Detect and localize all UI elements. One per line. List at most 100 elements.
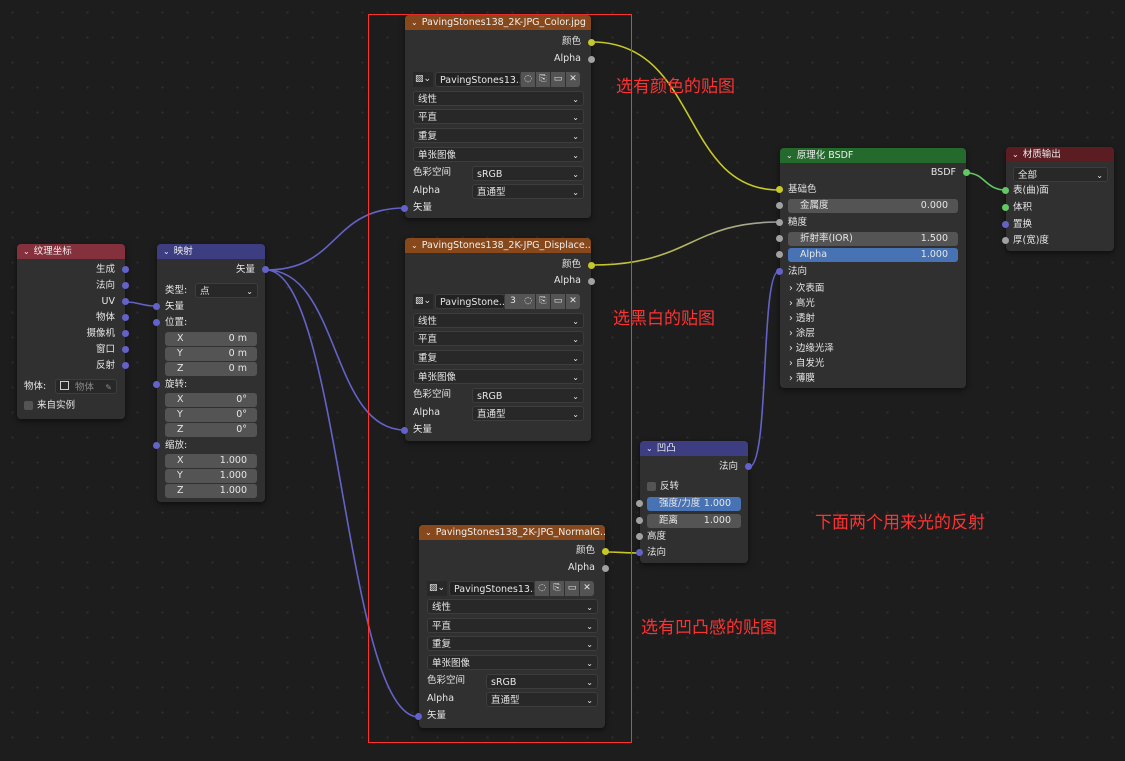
source-dropdown[interactable]: 单张图像 ⌄ bbox=[413, 147, 584, 162]
output-socket[interactable] bbox=[122, 346, 129, 353]
output-socket-vector[interactable] bbox=[262, 266, 269, 273]
input-socket-location[interactable] bbox=[153, 319, 160, 326]
eyedropper-icon[interactable]: ✎ bbox=[105, 380, 112, 395]
colorspace-dropdown[interactable]: sRGB ⌄ bbox=[472, 388, 584, 403]
node-header[interactable]: ⌄ 凹凸 bbox=[640, 441, 748, 456]
new-image-icon[interactable]: ⎘ bbox=[550, 581, 564, 596]
input-socket-normal[interactable] bbox=[636, 549, 643, 556]
principled-bsdf-node[interactable]: ⌄ 原理化 BSDF BSDF 基础色 金属度 0.000 糙度 折射率(IOR) 1… bbox=[776, 148, 970, 388]
node-header[interactable]: ⌄ 材质输出 bbox=[1006, 147, 1114, 162]
input-socket-metallic[interactable] bbox=[776, 202, 783, 209]
fake-user-shield-icon[interactable]: ◌ bbox=[535, 581, 549, 596]
user-count[interactable]: 3 bbox=[505, 294, 521, 309]
output-socket-alpha[interactable] bbox=[588, 278, 595, 285]
new-image-icon[interactable]: ⎘ bbox=[536, 72, 550, 87]
alpha-mode-dropdown[interactable]: 直通型 ⌄ bbox=[486, 692, 598, 707]
node-header[interactable]: ⌄ 纹理坐标 bbox=[17, 244, 125, 259]
input-socket-rotation[interactable] bbox=[153, 381, 160, 388]
image-texture-node-normal[interactable]: ⌄ PavingStones138_2K-JPG_NormalG... 颜色 Al… bbox=[415, 525, 609, 728]
location-z-field[interactable]: Z0 m bbox=[165, 362, 257, 376]
source-dropdown[interactable]: 单张图像 ⌄ bbox=[413, 369, 584, 384]
panel-subsurface[interactable]: › 次表面 bbox=[789, 280, 824, 294]
input-socket-distance[interactable] bbox=[636, 517, 643, 524]
location-x-field[interactable]: X0 m bbox=[165, 332, 257, 346]
object-field[interactable]: 物体 ✎ bbox=[55, 379, 117, 394]
strength-slider[interactable]: 强度/力度 1.000 bbox=[647, 497, 741, 511]
open-folder-icon[interactable]: ▭ bbox=[551, 72, 565, 87]
image-browse-icon[interactable]: ▨⌄ bbox=[413, 294, 433, 309]
from-instancer-checkbox[interactable]: 来自实例 bbox=[24, 398, 75, 414]
output-socket-color[interactable] bbox=[602, 548, 609, 555]
image-texture-node-displace[interactable]: ⌄ PavingStones138_2K-JPG_Displace... 颜色 A… bbox=[401, 238, 595, 441]
extension-dropdown[interactable]: 重复 ⌄ bbox=[413, 350, 584, 365]
input-socket-scale[interactable] bbox=[153, 442, 160, 449]
output-socket[interactable] bbox=[122, 282, 129, 289]
chevron-down-icon[interactable]: ⌄ bbox=[1012, 147, 1019, 162]
input-socket-normal[interactable] bbox=[776, 268, 783, 275]
input-socket-alpha[interactable] bbox=[776, 251, 783, 258]
node-header[interactable]: ⌄ PavingStones138_2K-JPG_Color.jpg bbox=[405, 15, 591, 30]
projection-dropdown[interactable]: 平直 ⌄ bbox=[413, 109, 584, 124]
chevron-down-icon[interactable]: ⌄ bbox=[23, 244, 30, 259]
fake-user-shield-icon[interactable]: ◌ bbox=[521, 72, 535, 87]
output-socket-alpha[interactable] bbox=[602, 565, 609, 572]
mapping-node[interactable]: ⌄ 映射 矢量 类型: 点 ⌄ 矢量 位置: X0 m Y0 m Z0 m 旋转: … bbox=[153, 244, 269, 502]
interpolation-dropdown[interactable]: 线性 ⌄ bbox=[413, 313, 584, 328]
open-folder-icon[interactable]: ▭ bbox=[565, 581, 579, 596]
material-output-node[interactable]: ⌄ 材质输出 全部 ⌄ 表(曲)面 体积 置换 厚(宽)度 bbox=[1002, 147, 1114, 251]
image-name-field[interactable]: PavingStone... bbox=[435, 294, 505, 309]
input-socket-roughness[interactable] bbox=[776, 219, 783, 226]
colorspace-dropdown[interactable]: sRGB ⌄ bbox=[486, 674, 598, 689]
output-socket-uv[interactable] bbox=[122, 298, 129, 305]
input-socket-vector[interactable] bbox=[153, 303, 160, 310]
rotation-z-field[interactable]: Z 0° bbox=[165, 423, 257, 437]
chevron-down-icon[interactable]: ⌄ bbox=[786, 148, 793, 163]
node-header[interactable]: ⌄ PavingStones138_2K-JPG_NormalG... bbox=[419, 525, 605, 540]
node-header[interactable]: ⌄ PavingStones138_2K-JPG_Displace... bbox=[405, 238, 591, 253]
alpha-slider[interactable]: Alpha 1.000 bbox=[788, 248, 958, 262]
rotation-y-field[interactable]: Y 0° bbox=[165, 408, 257, 422]
node-header[interactable]: ⌄ 映射 bbox=[157, 244, 265, 259]
output-socket[interactable] bbox=[122, 362, 129, 369]
extension-dropdown[interactable]: 重复 ⌄ bbox=[427, 636, 598, 651]
image-name-field[interactable]: PavingStones13... bbox=[435, 72, 521, 87]
alpha-mode-dropdown[interactable]: 直通型 ⌄ bbox=[472, 184, 584, 199]
checkbox[interactable] bbox=[24, 401, 33, 410]
output-socket-normal[interactable] bbox=[745, 463, 752, 470]
texture-coordinate-node[interactable]: ⌄ 纹理坐标 生成 法向 UV 物体 摄像机 窗口 反射 物体: 物体 ✎ 来自实例 bbox=[17, 244, 129, 419]
invert-checkbox[interactable]: 反转 bbox=[647, 479, 679, 495]
interpolation-dropdown[interactable]: 线性 ⌄ bbox=[427, 599, 598, 614]
image-browse-icon[interactable]: ▨⌄ bbox=[413, 72, 433, 87]
image-name-field[interactable]: PavingStones13... bbox=[449, 581, 535, 596]
panel-coat[interactable]: › 涂层 bbox=[789, 325, 815, 339]
type-dropdown[interactable]: 点 ⌄ bbox=[195, 283, 258, 298]
chevron-down-icon[interactable]: ⌄ bbox=[425, 525, 432, 540]
unlink-close-icon[interactable]: ✕ bbox=[566, 72, 580, 87]
input-socket-thickness[interactable] bbox=[1002, 237, 1009, 244]
interpolation-dropdown[interactable]: 线性 ⌄ bbox=[413, 91, 584, 106]
new-image-icon[interactable]: ⎘ bbox=[536, 294, 550, 309]
colorspace-dropdown[interactable]: sRGB ⌄ bbox=[472, 166, 584, 181]
rotation-x-field[interactable]: X 0° bbox=[165, 393, 257, 407]
input-socket-height[interactable] bbox=[636, 533, 643, 540]
input-socket-ior[interactable] bbox=[776, 235, 783, 242]
image-browse-icon[interactable]: ▨⌄ bbox=[427, 581, 447, 596]
output-socket-color[interactable] bbox=[588, 262, 595, 269]
panel-thin-film[interactable]: › 薄膜 bbox=[789, 370, 815, 384]
open-folder-icon[interactable]: ▭ bbox=[551, 294, 565, 309]
metallic-field[interactable]: 金属度 0.000 bbox=[788, 199, 958, 213]
image-texture-node-color[interactable]: ⌄ PavingStones138_2K-JPG_Color.jpg 颜色 Alp… bbox=[401, 15, 595, 218]
scale-z-field[interactable]: Z 1.000 bbox=[165, 484, 257, 498]
unlink-close-icon[interactable]: ✕ bbox=[566, 294, 580, 309]
fake-user-shield-icon[interactable]: ◌ bbox=[521, 294, 535, 309]
input-socket-vector[interactable] bbox=[401, 427, 408, 434]
scale-y-field[interactable]: Y 1.000 bbox=[165, 469, 257, 483]
panel-sheen[interactable]: › 边缘光泽 bbox=[789, 340, 834, 354]
panel-transmission[interactable]: › 透射 bbox=[789, 310, 815, 324]
ior-field[interactable]: 折射率(IOR) 1.500 bbox=[788, 232, 958, 246]
output-socket[interactable] bbox=[122, 314, 129, 321]
distance-field[interactable]: 距离 1.000 bbox=[647, 514, 741, 528]
panel-emission[interactable]: › 自发光 bbox=[789, 355, 824, 369]
target-dropdown[interactable]: 全部 ⌄ bbox=[1013, 167, 1108, 182]
bump-node[interactable]: ⌄ 凹凸 法向 反转 强度/力度 1.000 距离 1.000 高度 法向 bbox=[636, 441, 752, 563]
